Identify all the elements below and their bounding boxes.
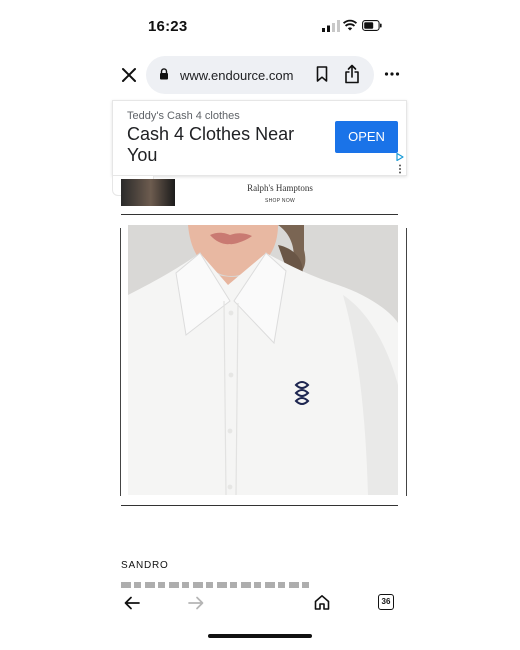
url-text[interactable]: www.endource.com bbox=[180, 68, 293, 83]
shirt-photo bbox=[128, 225, 398, 495]
divider bbox=[121, 505, 398, 506]
ad-menu-icon[interactable] bbox=[398, 164, 402, 174]
ad-banner[interactable]: Teddy's Cash 4 clothes Cash 4 Clothes Ne… bbox=[112, 100, 407, 176]
browser-toolbar: 36 bbox=[0, 588, 520, 620]
home-indicator[interactable] bbox=[208, 634, 312, 638]
tabs-icon[interactable]: 36 bbox=[378, 594, 394, 610]
cellular-signal-icon bbox=[322, 20, 340, 32]
image-frame-left bbox=[120, 228, 121, 496]
forward-arrow-icon bbox=[188, 596, 204, 610]
ad-open-button[interactable]: OPEN bbox=[335, 121, 398, 153]
image-frame-right bbox=[406, 228, 407, 496]
banner-shop-now[interactable]: SHOP NOW bbox=[250, 198, 310, 204]
product-image[interactable] bbox=[128, 225, 398, 495]
back-arrow-icon[interactable] bbox=[124, 596, 140, 610]
ad-advertiser: Teddy's Cash 4 clothes bbox=[127, 110, 240, 122]
status-time: 16:23 bbox=[148, 18, 188, 35]
address-bar[interactable]: www.endource.com bbox=[146, 56, 374, 94]
adchoices-icon[interactable] bbox=[396, 153, 404, 161]
share-icon[interactable] bbox=[344, 64, 360, 84]
more-icon[interactable] bbox=[384, 66, 400, 82]
banner-ad-image[interactable] bbox=[121, 179, 175, 206]
home-icon[interactable] bbox=[314, 594, 330, 610]
divider bbox=[121, 214, 398, 215]
browser-address-row: www.endource.com bbox=[0, 56, 520, 94]
banner-brand[interactable]: Ralph's Hamptons bbox=[210, 183, 350, 193]
wifi-icon bbox=[343, 19, 357, 31]
lock-icon bbox=[160, 68, 168, 80]
close-icon[interactable] bbox=[120, 66, 138, 84]
bookmark-icon[interactable] bbox=[316, 66, 328, 82]
status-bar: 16:23 bbox=[0, 0, 520, 50]
battery-icon bbox=[362, 20, 382, 31]
ad-headline[interactable]: Cash 4 Clothes Near You bbox=[127, 124, 323, 166]
product-brand[interactable]: SANDRO bbox=[121, 560, 169, 571]
